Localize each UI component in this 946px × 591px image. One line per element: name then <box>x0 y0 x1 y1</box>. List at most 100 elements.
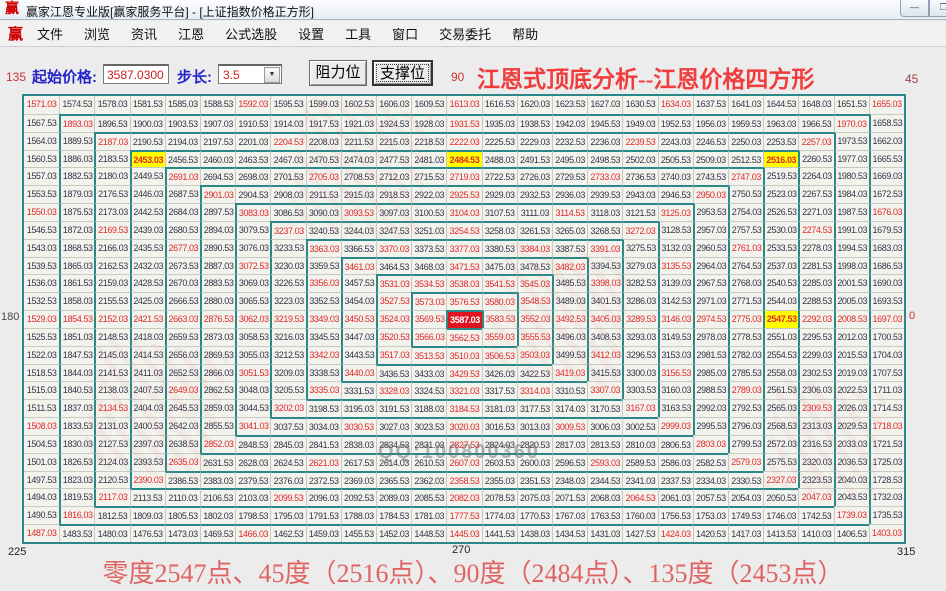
title-bar: 赢 赢家江恩专业版[赢家服务平台] - [上证指数价格正方形] — ❐ <box>0 0 946 20</box>
menu-item[interactable]: 工具 <box>345 24 371 43</box>
grid-cell: 3121.53 <box>622 203 657 221</box>
grid-cell: 3527.53 <box>376 292 411 310</box>
grid-cell: 2365.53 <box>376 471 411 489</box>
grid-cell: 3226.53 <box>270 274 305 292</box>
grid-cell: 2649.03 <box>165 381 200 399</box>
grid-cell: 1532.53 <box>24 292 59 310</box>
support-button[interactable]: 支撑位 <box>372 60 433 86</box>
maximize-button[interactable]: ❐ <box>929 0 946 17</box>
grid-cell: 1840.53 <box>59 381 94 399</box>
grid-cell: 2551.03 <box>763 328 798 346</box>
grid-cell: 3443.53 <box>341 346 376 364</box>
grid-cell: 1749.53 <box>728 506 763 524</box>
grid-cell: 1711.03 <box>869 381 904 399</box>
minimize-button[interactable]: — <box>900 0 929 17</box>
grid-cell: 2327.03 <box>763 471 798 489</box>
grid-cell: 2435.53 <box>130 239 165 257</box>
grid-cell: 1763.53 <box>587 506 622 524</box>
grid-cell: 2145.03 <box>94 346 129 364</box>
grid-cell: 3128.53 <box>658 221 693 239</box>
grid-cell: 2862.53 <box>200 381 235 399</box>
grid-cell: 2656.03 <box>165 346 200 364</box>
grid-cell: 3454.03 <box>341 292 376 310</box>
grid-cell: 3541.53 <box>482 274 517 292</box>
grid-cell: 1819.53 <box>59 488 94 506</box>
grid-cell: 1921.03 <box>341 114 376 132</box>
menu-item[interactable]: 窗口 <box>392 24 418 43</box>
grid-cell: 3303.53 <box>622 381 657 399</box>
grid-cell: 2348.03 <box>552 471 587 489</box>
step-select[interactable]: 3.5 ▼ <box>218 64 282 84</box>
grid-cell: 3538.03 <box>446 274 481 292</box>
grid-cell: 1686.53 <box>869 257 904 275</box>
menu-item[interactable]: 浏览 <box>84 24 110 43</box>
grid-cell: 1998.03 <box>834 257 869 275</box>
grid-cell: 3023.53 <box>411 417 446 435</box>
menu-item[interactable]: 文件 <box>37 24 63 43</box>
menu-item[interactable]: 设置 <box>298 24 324 43</box>
grid-cell: 2054.03 <box>728 488 763 506</box>
grid-cell: 3293.03 <box>622 328 657 346</box>
grid-cell: 1753.03 <box>693 506 728 524</box>
grid-cell: 1623.53 <box>552 96 587 114</box>
grid-cell: 2652.53 <box>165 364 200 382</box>
grid-cell: 2386.53 <box>165 471 200 489</box>
grid-cell: 2313.03 <box>798 417 833 435</box>
grid-cell: 2673.53 <box>165 257 200 275</box>
grid-cell: 3524.03 <box>376 310 411 328</box>
menu-item[interactable]: 资讯 <box>131 24 157 43</box>
grid-cell: 1641.03 <box>728 96 763 114</box>
resistance-button[interactable]: 阻力位 <box>309 60 367 86</box>
grid-cell: 3317.53 <box>482 381 517 399</box>
grid-cell: 1942.03 <box>552 114 587 132</box>
app-logo-icon: 赢 <box>5 2 19 18</box>
grid-cell: 2736.53 <box>622 167 657 185</box>
grid-cell: 2509.03 <box>693 150 728 168</box>
menu-item[interactable]: 帮助 <box>512 24 538 43</box>
menu-item[interactable]: 交易委托 <box>439 24 491 43</box>
grid-cell: 2943.03 <box>622 185 657 203</box>
grid-cell: 1854.53 <box>59 310 94 328</box>
grid-cell: 3111.03 <box>517 203 552 221</box>
grid-cell: 3135.53 <box>658 257 693 275</box>
grid-cell: 3475.03 <box>482 257 517 275</box>
grid-cell: 1973.53 <box>834 132 869 150</box>
grid-cell: 1931.53 <box>446 114 481 132</box>
grid-cell: 2999.03 <box>658 417 693 435</box>
grid-cell: 2096.03 <box>306 488 341 506</box>
grid-cell: 3286.03 <box>622 292 657 310</box>
menu-item[interactable]: 江恩 <box>178 24 204 43</box>
grid-cell: 2635.03 <box>165 453 200 471</box>
grid-cell: 2085.53 <box>411 488 446 506</box>
grid-cell: 3275.53 <box>622 239 657 257</box>
grid-cell: 3380.53 <box>482 239 517 257</box>
grid-cell: 2859.03 <box>200 399 235 417</box>
grid-cell: 2078.53 <box>482 488 517 506</box>
grid-cell: 1452.03 <box>376 524 411 542</box>
grid-cell: 1959.53 <box>728 114 763 132</box>
grid-cell: 1833.53 <box>59 417 94 435</box>
grid-cell: 2393.53 <box>130 453 165 471</box>
grid-cell: 2022.53 <box>834 381 869 399</box>
grid-cell: 2519.53 <box>763 167 798 185</box>
grid-cell: 3471.53 <box>446 257 481 275</box>
grid-cell: 2162.53 <box>94 257 129 275</box>
grid-cell: 1861.53 <box>59 274 94 292</box>
grid-cell: 1991.03 <box>834 221 869 239</box>
grid-cell: 2768.03 <box>728 274 763 292</box>
grid-cell: 2971.03 <box>693 292 728 310</box>
start-price-input[interactable] <box>103 64 169 84</box>
grid-cell: 3142.53 <box>658 292 693 310</box>
chevron-down-icon[interactable]: ▼ <box>264 67 280 83</box>
grid-cell: 3097.03 <box>376 203 411 221</box>
grid-cell: 2946.53 <box>658 185 693 203</box>
grid-cell: 1781.03 <box>411 506 446 524</box>
grid-cell: 3307.03 <box>587 381 622 399</box>
menu-item[interactable]: 公式选股 <box>225 24 277 43</box>
grid-cell: 1732.03 <box>869 488 904 506</box>
gann-square-grid: 1571.031574.531578.031581.531585.031588.… <box>22 94 906 544</box>
grid-cell: 2974.53 <box>693 310 728 328</box>
grid-cell: 1529.03 <box>24 310 59 328</box>
grid-cell: 3055.03 <box>235 346 270 364</box>
grid-cell: 2372.53 <box>306 471 341 489</box>
